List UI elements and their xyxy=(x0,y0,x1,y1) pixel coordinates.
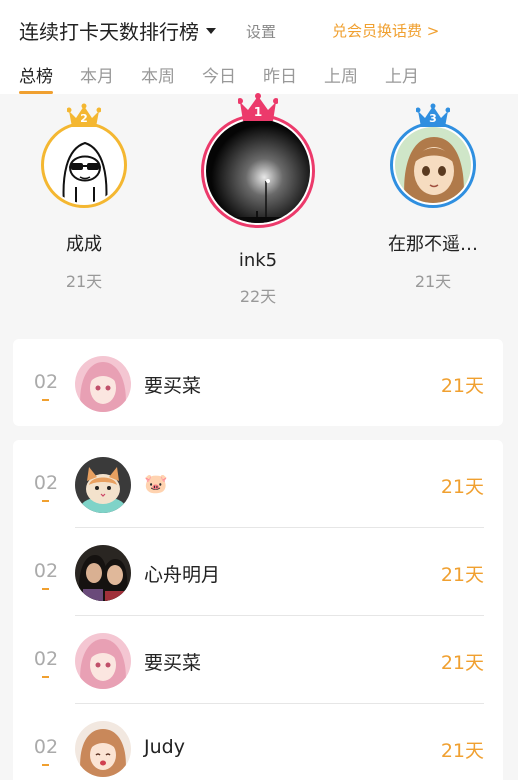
crown-icon: 2 xyxy=(66,103,102,129)
tab-last-month[interactable]: 上月 xyxy=(385,62,419,94)
settings-link[interactable]: 设置 xyxy=(246,21,276,42)
list-item[interactable]: 02 🐷 21天 xyxy=(13,440,503,528)
rank-number: 1 xyxy=(253,105,263,119)
list-item[interactable]: 02 心舟明月 21天 xyxy=(13,528,503,616)
user-name: 🐷 xyxy=(144,473,168,495)
two-women-avatar xyxy=(75,545,131,601)
rank-number: 02 xyxy=(33,472,59,502)
exchange-membership-link[interactable]: 兑会员换话费 > xyxy=(332,20,439,41)
caret-down-icon xyxy=(206,27,216,34)
anime-fox-girl-avatar xyxy=(75,721,131,777)
rank-number: 2 xyxy=(80,112,88,125)
anime-girl-avatar xyxy=(395,127,471,203)
podium-name: 成成 xyxy=(66,234,102,255)
podium-name: 在那不遥… xyxy=(388,234,478,255)
days-count: 21天 xyxy=(440,564,484,586)
tab-this-month[interactable]: 本月 xyxy=(80,62,114,94)
podium-third[interactable]: 3 在那不遥… 21天 xyxy=(368,103,498,292)
podium-first[interactable]: 1 ink5 22天 xyxy=(193,93,323,307)
tab-last-week[interactable]: 上周 xyxy=(324,62,358,94)
crown-icon: 1 xyxy=(237,93,279,123)
rank-number: 02 xyxy=(33,371,59,401)
line-drawing-sunglasses-avatar xyxy=(46,127,122,203)
avatar: 2 xyxy=(41,103,127,208)
my-rank-card: 02 要买菜 21天 xyxy=(13,339,503,426)
period-tabs: 总榜 本月 本周 今日 昨日 上周 上月 xyxy=(19,62,446,94)
podium-days: 21天 xyxy=(414,272,452,291)
pink-anime-avatar xyxy=(75,633,131,689)
days-count: 21天 xyxy=(440,652,484,674)
podium-second[interactable]: 2 成成 21天 xyxy=(19,103,149,292)
user-name: Judy xyxy=(144,736,185,758)
avatar: 1 xyxy=(201,93,315,228)
list-item[interactable]: 02 Judy 21天 xyxy=(13,704,503,780)
rank-number: 3 xyxy=(429,112,437,125)
user-name: 心舟明月 xyxy=(144,564,221,586)
tab-today[interactable]: 今日 xyxy=(202,62,236,94)
user-name: 要买菜 xyxy=(144,652,202,674)
user-name: 要买菜 xyxy=(144,375,202,397)
tab-all[interactable]: 总榜 xyxy=(19,62,53,94)
rank-number: 02 xyxy=(33,648,59,678)
rank-number: 02 xyxy=(33,560,59,590)
days-count: 21天 xyxy=(440,476,484,498)
podium: 2 成成 21天 1 ink5 22天 3 在那不遥… 21天 xyxy=(0,93,518,324)
podium-days: 21天 xyxy=(65,272,103,291)
avatar: 3 xyxy=(390,103,476,208)
list-item[interactable]: 02 要买菜 21天 xyxy=(13,339,503,427)
days-count: 21天 xyxy=(440,375,484,397)
dark-streetlight-avatar xyxy=(206,119,310,223)
podium-days: 22天 xyxy=(239,287,277,306)
list-item[interactable]: 02 要买菜 21天 xyxy=(13,616,503,704)
ranking-list: 02 🐷 21天 02 心舟明月 21天 02 要买菜 21天 02 Judy … xyxy=(13,440,503,780)
crown-icon: 3 xyxy=(415,103,451,129)
podium-name: ink5 xyxy=(238,250,278,271)
rank-number: 02 xyxy=(33,736,59,766)
tab-yesterday[interactable]: 昨日 xyxy=(263,62,297,94)
cat-avatar xyxy=(75,457,131,513)
tab-this-week[interactable]: 本周 xyxy=(141,62,175,94)
leaderboard-title-dropdown[interactable]: 连续打卡天数排行榜 xyxy=(19,16,216,45)
title-row: 连续打卡天数排行榜 设置 兑会员换话费 > xyxy=(19,16,518,46)
pink-anime-avatar xyxy=(75,356,131,412)
days-count: 21天 xyxy=(440,740,484,762)
header: 连续打卡天数排行榜 设置 兑会员换话费 > 总榜 本月 本周 今日 昨日 上周 … xyxy=(0,0,518,94)
page-title: 连续打卡天数排行榜 xyxy=(19,20,199,44)
